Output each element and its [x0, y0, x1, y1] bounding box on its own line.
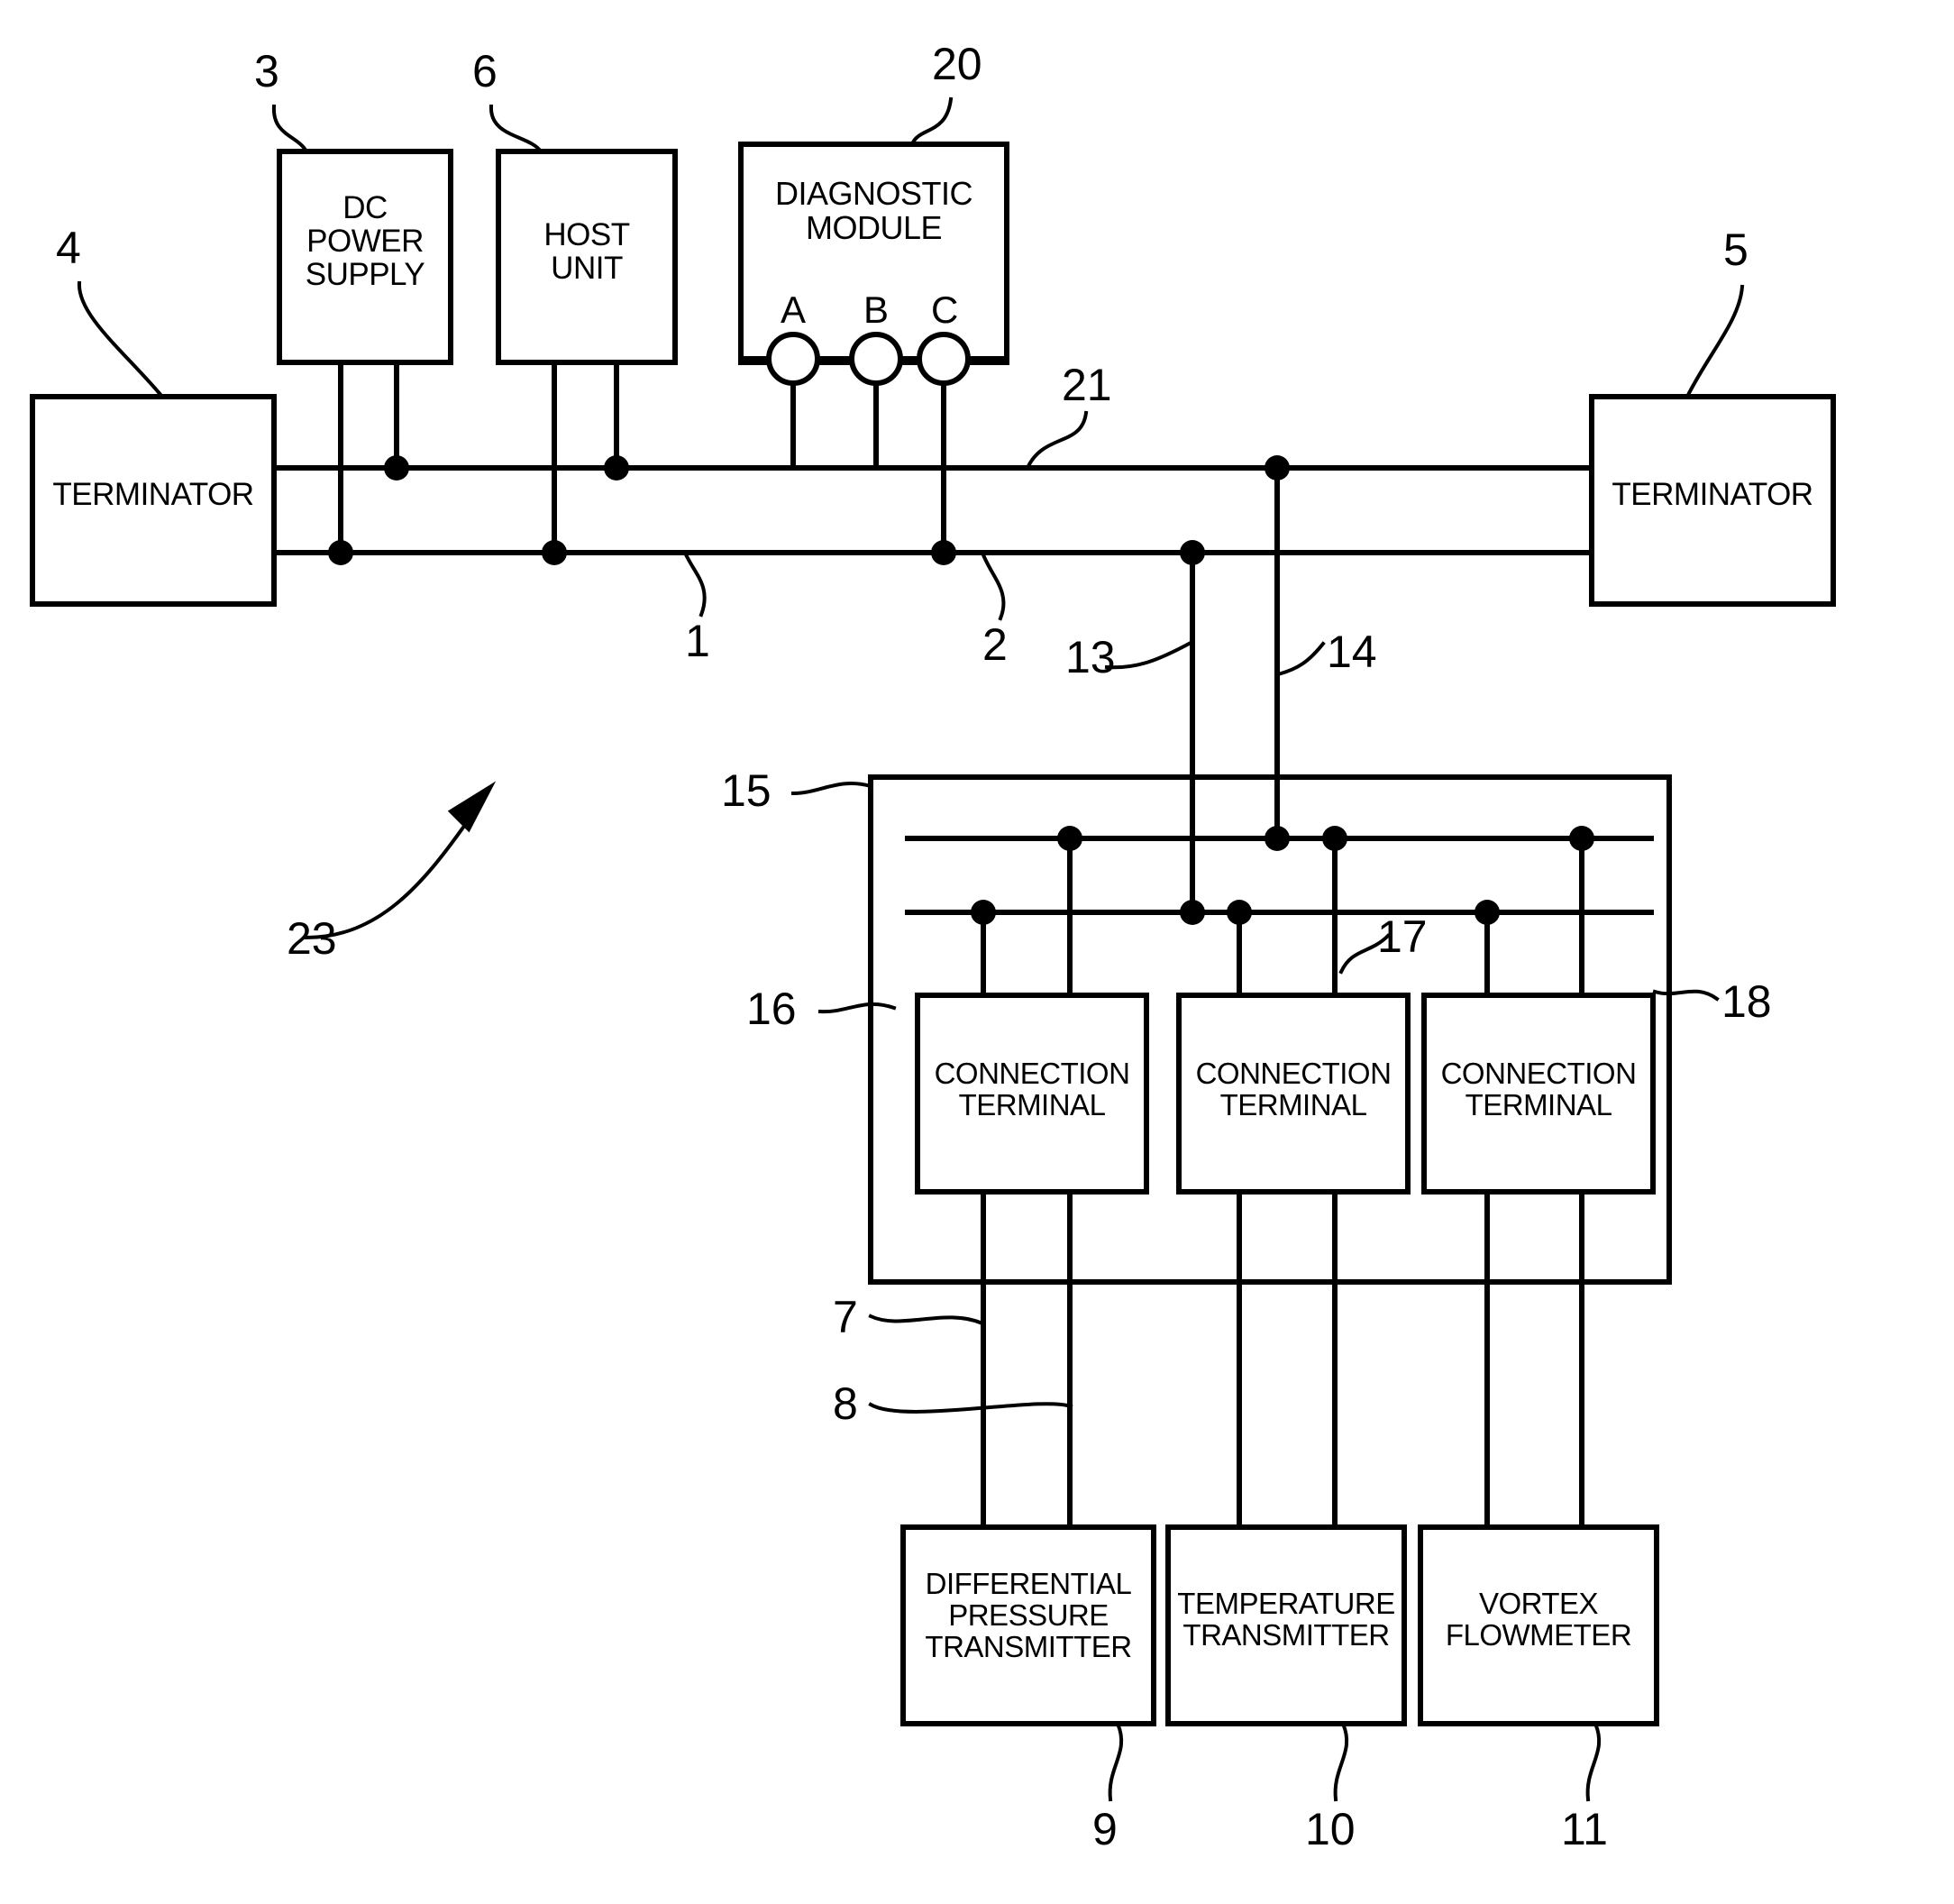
terminal-c-circle [917, 332, 971, 386]
leader-3 [271, 104, 309, 154]
reference-numeral-10: 10 [1305, 1804, 1356, 1854]
arrow-head-23 [447, 781, 497, 833]
reference-numeral-4: 4 [56, 223, 81, 273]
terminator-left-box [30, 394, 277, 607]
reference-numeral-9: 9 [1092, 1804, 1118, 1854]
leader-4 [77, 280, 165, 399]
temperature-transmitter-box [1165, 1524, 1407, 1726]
reference-numeral-20: 20 [932, 39, 982, 89]
figure-canvas: TERMINATOR TERMINATOR DC POWER SUPPLY HO… [0, 0, 1954, 1904]
leader-16 [817, 1002, 897, 1014]
bus-junction-dot [328, 540, 353, 565]
reference-numeral-11: 11 [1561, 1804, 1608, 1854]
leader-10 [1333, 1721, 1349, 1802]
reference-numeral-1: 1 [685, 616, 710, 666]
leader-1 [682, 550, 707, 618]
leader-20 [909, 96, 954, 147]
reference-numeral-8: 8 [833, 1378, 858, 1429]
jbox-junction-dot [1180, 900, 1205, 925]
terminal-a-circle [766, 332, 820, 386]
reference-numeral-13: 13 [1065, 632, 1116, 682]
dc-power-supply-box [277, 149, 453, 365]
reference-numeral-17: 17 [1377, 911, 1428, 962]
bus-junction-dot [931, 540, 956, 565]
differential-pressure-transmitter-box [900, 1524, 1156, 1726]
leader-2 [980, 550, 1006, 621]
junction-box [868, 774, 1672, 1285]
terminal-b-label: B [863, 288, 890, 331]
bus-junction-dot [384, 455, 409, 481]
reference-numeral-14: 14 [1327, 627, 1377, 677]
reference-numeral-5: 5 [1723, 224, 1749, 275]
host-unit-box [496, 149, 678, 365]
connection-terminal-1-box [915, 993, 1149, 1195]
leader-14 [1275, 641, 1326, 677]
terminal-c-label: C [931, 288, 959, 331]
terminal-a-label: A [781, 288, 807, 331]
reference-numeral-3: 3 [254, 46, 279, 96]
reference-numeral-18: 18 [1721, 976, 1772, 1027]
reference-numeral-2: 2 [982, 619, 1008, 670]
connection-terminal-2-box [1176, 993, 1411, 1195]
vortex-flowmeter-box [1418, 1524, 1659, 1726]
leader-18 [1652, 989, 1720, 1002]
leader-9 [1108, 1721, 1124, 1802]
leader-21 [1025, 410, 1089, 471]
bus-junction-dot [542, 540, 567, 565]
jbox-junction-dot [1265, 826, 1290, 851]
bus-junction-dot [604, 455, 629, 481]
reference-numeral-15: 15 [721, 765, 772, 816]
connection-terminal-3-box [1421, 993, 1656, 1195]
reference-numeral-23: 23 [287, 913, 337, 964]
leader-8 [868, 1402, 1073, 1414]
reference-numeral-16: 16 [746, 984, 797, 1034]
leader-11 [1585, 1721, 1602, 1802]
leader-15 [790, 781, 873, 796]
terminator-right-box [1589, 394, 1836, 607]
reference-numeral-21: 21 [1062, 360, 1112, 410]
leader-13 [1104, 639, 1195, 670]
leader-6 [488, 104, 543, 154]
terminal-b-circle [849, 332, 903, 386]
leader-7 [868, 1314, 985, 1326]
leader-5 [1685, 284, 1745, 399]
reference-numeral-6: 6 [472, 46, 498, 96]
reference-numeral-7: 7 [833, 1292, 858, 1342]
